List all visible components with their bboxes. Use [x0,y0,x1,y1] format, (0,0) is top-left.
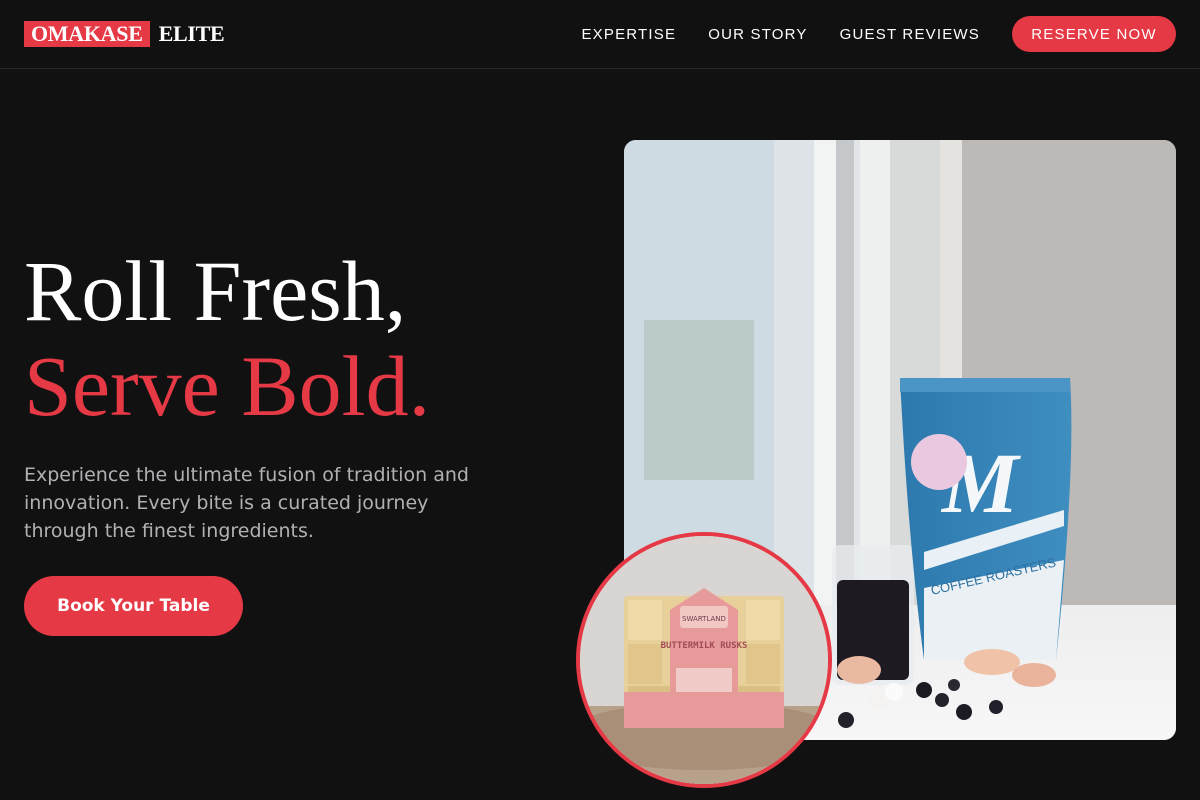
book-table-button[interactable]: Book Your Table [24,576,243,636]
rusks-box-photo: SWARTLAND BUTTERMILK RUSKS [580,536,828,784]
box-brand-text: SWARTLAND [682,615,726,623]
logo-text: ELITE [158,21,225,46]
hero-inset-image: SWARTLAND BUTTERMILK RUSKS [576,532,832,788]
box-product-text: BUTTERMILK RUSKS [661,641,748,651]
navbar: OMAKASE ELITE EXPERTISE OUR STORY GUEST … [0,0,1200,69]
hero-title: Roll Fresh, Serve Bold. [24,244,430,434]
nav-links: EXPERTISE OUR STORY GUEST REVIEWS RESERV… [581,16,1176,52]
hero-title-line2: Serve Bold. [24,338,431,434]
brand-logo[interactable]: OMAKASE ELITE [24,21,225,47]
logo-highlight: OMAKASE [24,21,150,47]
reserve-now-button[interactable]: RESERVE NOW [1012,16,1176,52]
hero-title-line1: Roll Fresh, [24,243,407,339]
hero-description: Experience the ultimate fusion of tradit… [24,464,469,542]
nav-link-expertise[interactable]: EXPERTISE [581,26,676,43]
nav-link-our-story[interactable]: OUR STORY [708,26,807,43]
nav-link-guest-reviews[interactable]: GUEST REVIEWS [840,26,980,43]
